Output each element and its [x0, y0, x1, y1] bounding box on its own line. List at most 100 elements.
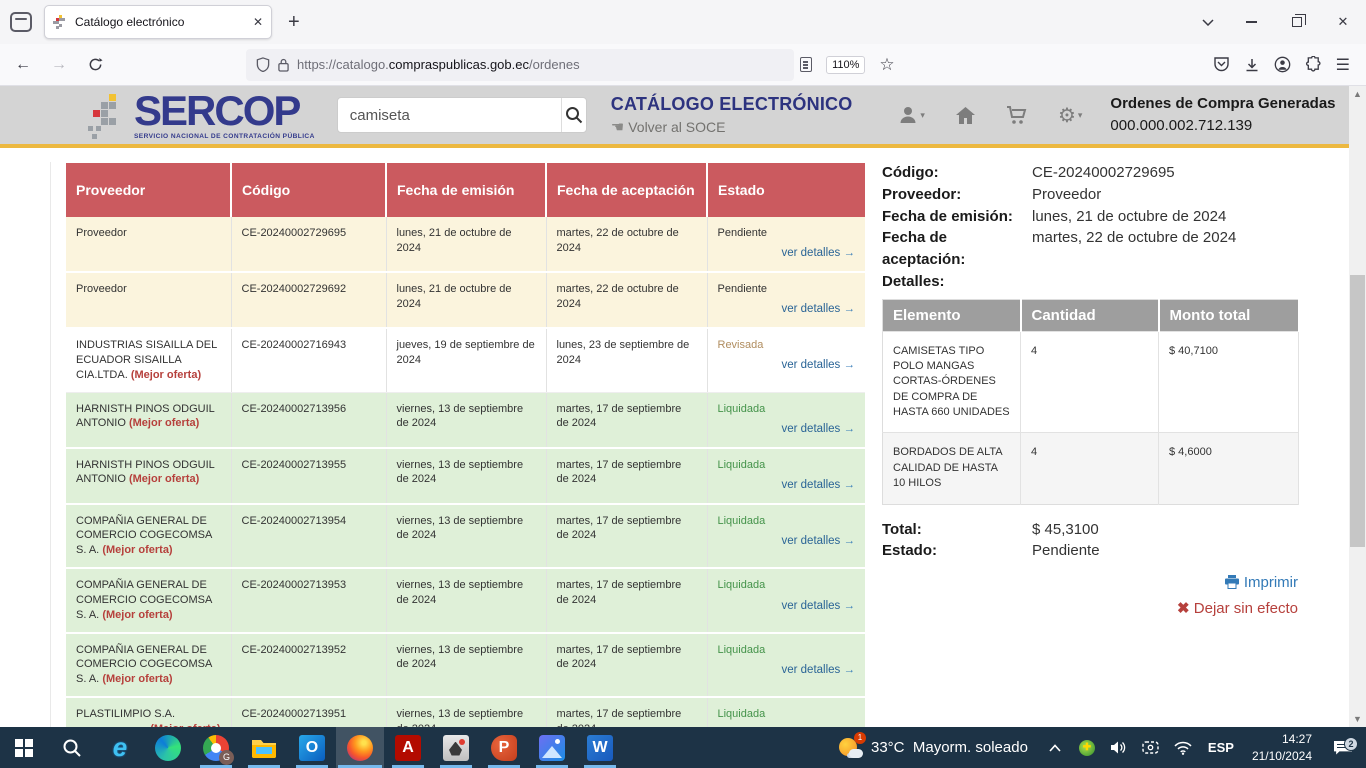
cart-icon[interactable]: [1006, 105, 1028, 125]
detail-emision-value: lunes, 21 de octubre de 2024: [1032, 206, 1298, 228]
firefox-library-icon[interactable]: [10, 12, 32, 32]
cancel-x-icon: ✖: [1177, 600, 1190, 617]
scroll-up-icon[interactable]: ▲: [1349, 86, 1366, 102]
extensions-puzzle-icon[interactable]: [1305, 56, 1322, 73]
search-input[interactable]: [338, 107, 561, 124]
detail-codigo-value: CE-20240002729695: [1032, 162, 1298, 184]
order-row: HARNISTH PINOS ODGUIL ANTONIO (Mejor ofe…: [66, 392, 865, 448]
ver-detalles-link[interactable]: ver detalles →: [781, 246, 855, 262]
acrobat-icon[interactable]: A: [384, 727, 432, 768]
forward-icon[interactable]: →: [44, 50, 74, 80]
account-icon[interactable]: [1274, 56, 1291, 73]
brand-subtitle: SERVICIO NACIONAL DE CONTRATACIÓN PÚBLIC…: [134, 134, 315, 141]
status-badge: Pendiente: [718, 282, 856, 297]
mejor-oferta-badge: (Mejor oferta): [129, 473, 199, 485]
taskbar-weather-widget[interactable]: 1 33°C Mayorm. soleado: [833, 736, 1034, 760]
catalog-search: [337, 97, 587, 133]
mejor-oferta-badge: (Mejor oferta): [102, 609, 172, 621]
ver-detalles-link[interactable]: ver detalles →: [781, 663, 855, 679]
menu-hamburger-icon[interactable]: ☰: [1336, 55, 1350, 75]
language-indicator[interactable]: ESP: [1204, 740, 1238, 755]
browser-tab-active[interactable]: Catálogo electrónico ✕: [44, 5, 272, 39]
reader-view-icon[interactable]: [800, 57, 812, 72]
items-col-monto: Monto total: [1159, 299, 1299, 331]
volver-hand-icon: ☚: [611, 118, 624, 136]
start-button[interactable]: [0, 727, 48, 768]
edge-icon[interactable]: [144, 727, 192, 768]
status-badge: Liquidada: [718, 514, 856, 529]
downloads-icon[interactable]: [1244, 57, 1260, 73]
word-icon[interactable]: W: [576, 727, 624, 768]
imprimir-link[interactable]: Imprimir: [1224, 574, 1298, 591]
detail-emision-label: Fecha de emisión:: [882, 206, 1032, 228]
home-icon[interactable]: [955, 106, 976, 125]
volver-al-soce-link[interactable]: ☚ Volver al SOCE: [611, 118, 853, 136]
items-col-elemento: Elemento: [883, 299, 1021, 331]
pocket-icon[interactable]: [1213, 56, 1230, 73]
scrollbar-thumb[interactable]: [1350, 275, 1365, 547]
arrow-right-icon: →: [844, 247, 856, 259]
tray-chevron-up-icon[interactable]: [1044, 744, 1066, 752]
weather-desc: Mayorm. soleado: [913, 739, 1028, 756]
arrow-right-icon: →: [844, 479, 856, 491]
ver-detalles-link[interactable]: ver detalles →: [781, 599, 855, 615]
ver-detalles-link[interactable]: ver detalles →: [781, 358, 855, 374]
detail-items-table: Elemento Cantidad Monto total CAMISETAS …: [882, 299, 1300, 505]
detail-codigo-label: Código:: [882, 162, 1032, 184]
weather-temp: 33°C: [871, 739, 905, 756]
antivirus-tray-icon[interactable]: ✚: [1076, 740, 1098, 756]
powerpoint-icon[interactable]: P: [480, 727, 528, 768]
arrow-right-icon: →: [844, 359, 856, 371]
wifi-icon[interactable]: [1172, 741, 1194, 755]
outlook-icon[interactable]: O: [288, 727, 336, 768]
back-icon[interactable]: ←: [8, 50, 38, 80]
page-title: CATÁLOGO ELECTRÓNICO: [611, 94, 853, 115]
page-scrollbar[interactable]: ▲ ▼: [1349, 86, 1366, 727]
search-button[interactable]: [561, 98, 586, 132]
ver-detalles-link[interactable]: ver detalles →: [781, 534, 855, 550]
browser-navbar: ← → https://catalogo.compraspublicas.gob…: [0, 44, 1366, 86]
scroll-down-icon[interactable]: ▼: [1349, 711, 1366, 727]
order-row: COMPAÑIA GENERAL DE COMERCIO COGECOMSA S…: [66, 504, 865, 569]
url-text: https://catalogo.compraspublicas.gob.ec/…: [297, 57, 580, 72]
estado-value: Pendiente: [1032, 540, 1298, 562]
ver-detalles-link[interactable]: ver detalles →: [781, 302, 855, 318]
dejar-sin-efecto-link[interactable]: ✖ Dejar sin efecto: [1177, 600, 1298, 617]
user-menu-icon[interactable]: ▾: [898, 105, 925, 125]
settings-gear-icon[interactable]: ⚙▾: [1058, 103, 1082, 128]
photos-icon[interactable]: [528, 727, 576, 768]
ver-detalles-link[interactable]: ver detalles →: [781, 478, 855, 494]
reload-icon[interactable]: [80, 50, 110, 80]
tab-list-chevron-icon[interactable]: [1188, 0, 1228, 44]
new-tab-button[interactable]: +: [288, 11, 300, 34]
tab-close-icon[interactable]: ✕: [253, 15, 263, 29]
firefox-icon[interactable]: [336, 727, 384, 768]
bookmark-star-icon[interactable]: ☆: [879, 55, 894, 75]
file-explorer-icon[interactable]: [240, 727, 288, 768]
window-close-button[interactable]: ✕: [1320, 0, 1366, 44]
shield-icon: [256, 57, 270, 72]
window-restore-button[interactable]: [1274, 0, 1320, 44]
sercop-logo-pixels-icon: [88, 94, 128, 140]
volume-icon[interactable]: [1108, 740, 1130, 755]
order-row: INDUSTRIAS SISAILLA DEL ECUADOR SISAILLA…: [66, 328, 865, 392]
brand-wordmark: SERCOP: [134, 90, 315, 132]
mejor-oferta-badge: (Mejor oferta): [131, 369, 201, 381]
action-center-icon[interactable]: 2: [1326, 741, 1360, 755]
chrome-icon[interactable]: G: [192, 727, 240, 768]
ver-detalles-link[interactable]: ver detalles →: [781, 422, 855, 438]
internet-explorer-icon[interactable]: e: [96, 727, 144, 768]
tab-title: Catálogo electrónico: [75, 15, 245, 29]
order-detail-panel: Código:CE-20240002729695 Proveedor:Prove…: [882, 162, 1298, 621]
window-minimize-button[interactable]: [1228, 0, 1274, 44]
taskbar-clock[interactable]: 14:27 21/10/2024: [1248, 731, 1316, 763]
estado-label: Estado:: [882, 540, 1032, 562]
status-badge: Liquidada: [718, 402, 856, 417]
taskbar-search-icon[interactable]: [48, 727, 96, 768]
java-app-icon[interactable]: [432, 727, 480, 768]
url-bar[interactable]: https://catalogo.compraspublicas.gob.ec/…: [246, 49, 794, 81]
sercop-logo[interactable]: SERCOP SERVICIO NACIONAL DE CONTRATACIÓN…: [88, 90, 315, 141]
col-estado: Estado: [707, 163, 865, 217]
zoom-level-indicator[interactable]: 110%: [826, 56, 865, 74]
meet-now-icon[interactable]: [1140, 741, 1162, 755]
